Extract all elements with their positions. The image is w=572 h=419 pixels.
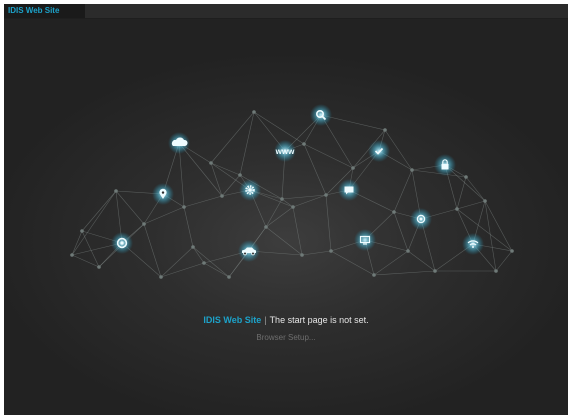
tab-bar: IDIS Web Site — [4, 4, 568, 19]
site-name: IDIS Web Site — [203, 315, 262, 325]
status-line: IDIS Web Site | The start page is not set. — [4, 315, 568, 325]
tab-idis-web-site[interactable]: IDIS Web Site — [4, 4, 85, 18]
browser-setup-link[interactable]: Browser Setup... — [4, 333, 568, 342]
network-graphic: www — [70, 104, 514, 279]
status-message: The start page is not set. — [269, 315, 369, 325]
status-separator: | — [264, 315, 267, 325]
www-label: www — [275, 147, 295, 156]
svg-text:www: www — [275, 147, 295, 156]
browser-window: IDIS Web Site www IDIS Web Site | The st… — [4, 4, 568, 415]
start-page: www IDIS Web Site | The start page is no… — [4, 19, 568, 415]
